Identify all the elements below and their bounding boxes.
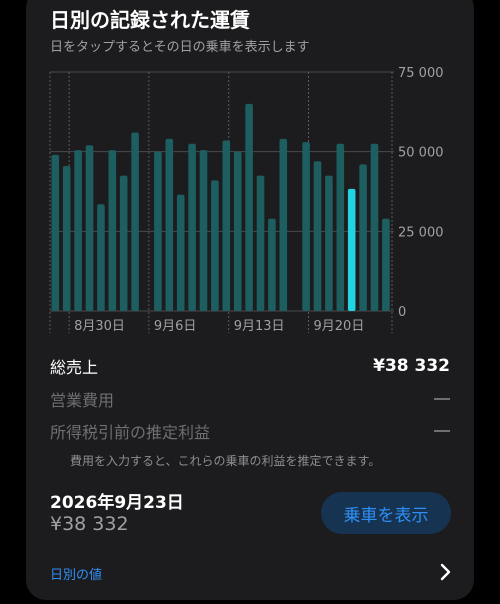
bar[interactable] (176, 194, 185, 311)
x-tick-label: 9月6日 (154, 319, 197, 334)
bar[interactable] (119, 175, 128, 311)
selected-date: 2026年9月23日 (50, 493, 184, 513)
y-tick-label: 75 000 (398, 66, 444, 81)
operating-cost-empty-dash (434, 398, 450, 400)
bar[interactable] (279, 138, 288, 311)
bar[interactable] (51, 154, 60, 311)
y-tick-label: 25 000 (398, 225, 444, 240)
bar[interactable] (199, 150, 208, 311)
bar[interactable] (302, 142, 310, 311)
total-sales-value: ¥38 332 (373, 356, 450, 376)
selected-day-fare: ¥38 332 (50, 513, 129, 535)
bar[interactable] (154, 151, 162, 311)
bar[interactable] (85, 145, 94, 311)
bar[interactable] (268, 218, 276, 311)
y-tick-label: 50 000 (398, 146, 444, 161)
bar[interactable] (74, 150, 82, 311)
bar[interactable] (97, 204, 105, 311)
bar-selected[interactable] (347, 188, 356, 311)
bar[interactable] (370, 143, 379, 311)
bar[interactable] (359, 164, 367, 311)
bar[interactable] (325, 175, 333, 311)
pretax-profit-label: 所得税引前の推定利益 (50, 423, 211, 442)
bar[interactable] (131, 132, 139, 311)
daily-fare-bar-chart[interactable]: 75 000 50 000 25 000 0 8月30日 9月6日 9月13日 9月20日 (0, 0, 500, 345)
pretax-profit-empty-dash (434, 430, 450, 432)
bar[interactable] (313, 161, 322, 311)
bar[interactable] (108, 150, 117, 311)
cost-hint-note: 費用を入力すると、これらの乗車の利益を推定できます。 (70, 454, 381, 468)
daily-values-link[interactable]: 日別の値 (50, 564, 102, 583)
operating-cost-row: 営業費用 (50, 387, 450, 411)
pretax-profit-row: 所得税引前の推定利益 (50, 419, 450, 443)
bar[interactable] (382, 218, 390, 311)
bar[interactable] (222, 140, 231, 311)
chevron-right-icon[interactable] (436, 562, 454, 582)
bar[interactable] (256, 175, 265, 311)
x-tick-label: 9月20日 (314, 319, 365, 334)
bar[interactable] (233, 151, 242, 311)
x-tick-label: 9月13日 (234, 319, 285, 334)
show-rides-button[interactable]: 乗車を表示 (321, 492, 451, 534)
operating-cost-label: 営業費用 (50, 391, 115, 410)
bar[interactable] (62, 166, 71, 311)
total-sales-label: 総売上 (50, 358, 99, 377)
x-tick-label: 8月30日 (74, 319, 125, 334)
total-sales-row: 総売上 ¥38 332 (50, 354, 450, 378)
bar[interactable] (245, 103, 253, 311)
bar[interactable] (165, 138, 174, 311)
bar[interactable] (188, 143, 196, 311)
bar[interactable] (336, 143, 345, 311)
bar[interactable] (211, 180, 219, 311)
y-tick-label: 0 (398, 305, 406, 320)
